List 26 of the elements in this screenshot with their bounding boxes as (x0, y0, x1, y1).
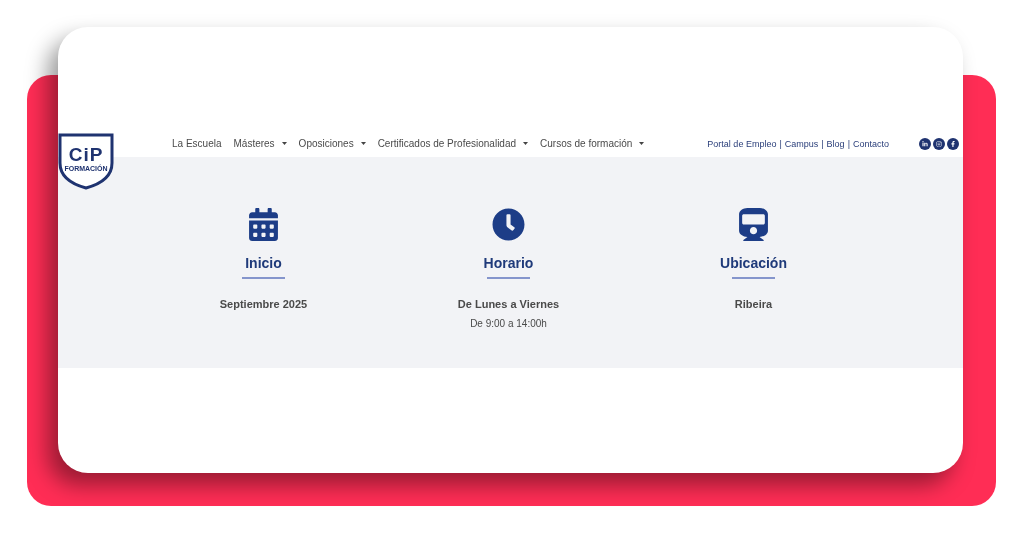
feature-text: Ribeira (734, 297, 773, 312)
instagram-icon[interactable] (933, 137, 945, 150)
calendar-icon (247, 208, 280, 241)
link-separator: | (779, 137, 782, 150)
nav-link[interactable]: La Escuela (172, 136, 222, 151)
top-link[interactable]: Campus (784, 137, 819, 150)
feature-title: Ubicación (720, 255, 787, 272)
feature-title: Inicio (245, 255, 282, 272)
nav-link[interactable]: Cursos de formación (540, 136, 645, 151)
feature-text: De Lunes a Viernes (457, 297, 560, 312)
link-separator: | (821, 137, 824, 150)
feature-text: De 9:00 a 14:00h (470, 317, 547, 331)
link-separator: | (847, 137, 850, 150)
feature-text: Septiembre 2025 (219, 297, 308, 312)
nav-link[interactable]: Certificados de Profesionalidad (377, 136, 529, 151)
top-link[interactable]: Blog (826, 137, 845, 150)
linkedin-icon[interactable] (919, 137, 931, 150)
feature-title: Horario (483, 255, 534, 272)
top-link[interactable]: Portal de Empleo (707, 137, 777, 150)
nav-link[interactable]: Oposiciones (298, 136, 366, 151)
nav-link[interactable]: Másteres (233, 136, 287, 151)
train-icon (737, 208, 770, 241)
logo-text: CiP (68, 145, 104, 164)
facebook-icon[interactable] (947, 137, 959, 150)
top-link[interactable]: Contacto (852, 137, 889, 150)
clock-icon (492, 208, 525, 241)
